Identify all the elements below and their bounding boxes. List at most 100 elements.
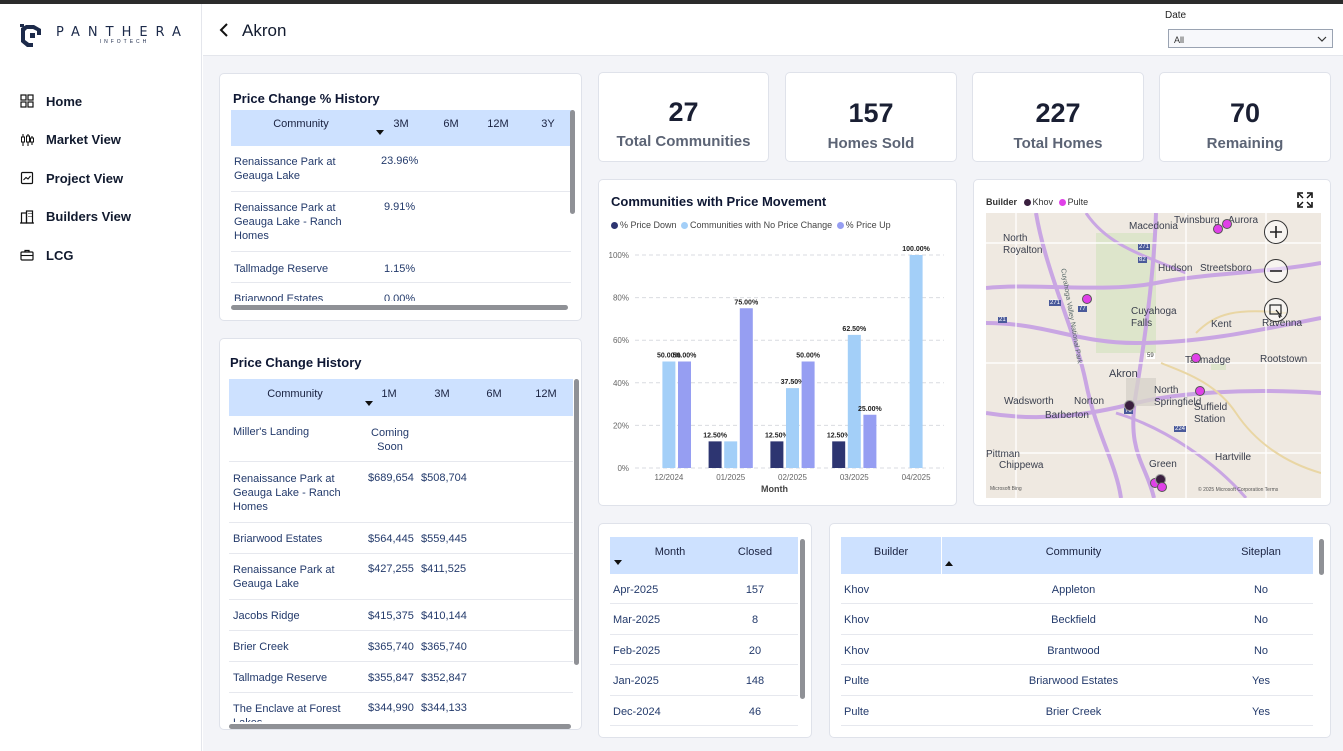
brand-logo[interactable]: PANTHERA INFOTECH [18,22,189,48]
table-header: Month Closed [610,537,798,574]
vertical-scrollbar[interactable] [574,379,579,665]
legend-item[interactable]: % Price Down [611,220,677,230]
place-label: Barberton [1045,410,1089,421]
col-header-builder[interactable]: Builder [841,546,941,558]
table-row[interactable]: Tallmadge Reserve $355,847 $352,847 [229,662,573,693]
vertical-scrollbar[interactable] [570,110,575,214]
table-row[interactable]: Jacobs Ridge $415,375 $410,144 [229,600,573,631]
table-row[interactable]: Tallmadge Reserve 1.15% [231,252,571,283]
legend-item[interactable]: Communities with No Price Change [681,220,832,230]
sidebar-item-builders-view[interactable]: Builders View [0,198,202,237]
col-header-3y[interactable]: 3Y [533,118,563,130]
road-label: 271 [1049,300,1062,306]
table-row[interactable]: The Enclave at Forest Lakes $344,990 $34… [229,693,573,722]
road-label: 59 [1146,353,1155,359]
cell-closed: 20 [748,645,762,657]
y-tick-label: 0% [617,464,629,473]
col-header-12m[interactable]: 12M [483,118,513,130]
col-header-community[interactable]: Community [991,546,1156,558]
map-area[interactable]: North Royalton Macedonia Twinsburg Auror… [986,213,1321,498]
cell-siteplan: Yes [1252,706,1270,718]
cell-community: Renaissance Park at Geauga Lake [233,564,335,590]
grid-icon [20,94,34,108]
table-row[interactable]: Pulte Brier Creek Yes [841,696,1313,726]
data-label: 100.00% [902,246,930,253]
table-row[interactable]: Khov Appleton No [841,574,1313,604]
table-row[interactable]: Feb-2025 20 [610,635,798,665]
col-header-12m[interactable]: 12M [531,388,561,400]
sidebar-item-label: Home [46,93,83,109]
horizontal-scrollbar[interactable] [229,724,571,729]
col-header-closed[interactable]: Closed [720,546,790,558]
col-header-community[interactable]: Community [229,388,361,400]
table-row[interactable]: Brier Creek $365,740 $365,740 [229,631,573,662]
table-row[interactable]: Briarwood Estates 0.00% [231,283,571,301]
horizontal-scrollbar[interactable] [231,305,568,310]
map-marker-pulte[interactable] [1222,219,1232,229]
zoom-out-button[interactable] [1264,259,1288,283]
col-header-3m[interactable]: 3M [386,118,416,130]
col-header-1m[interactable]: 1M [374,388,404,400]
table-row[interactable]: Apr-2025 157 [610,574,798,604]
cell-1m: $415,375 [368,610,414,622]
vertical-scrollbar[interactable] [1319,539,1324,575]
sidebar-item-home[interactable]: Home [0,82,202,121]
table-row[interactable]: Renaissance Park at Geauga Lake $427,255… [229,554,573,600]
sort-down-icon[interactable] [614,560,622,566]
card-title: Price Change % History [233,91,380,106]
table-row[interactable]: Renaissance Park at Geauga Lake - Ranch … [229,462,573,523]
table-row[interactable]: Miller's Landing Coming Soon [229,416,573,462]
map-select-button[interactable] [1264,298,1288,322]
sort-down-icon[interactable] [365,401,373,407]
back-arrow-icon[interactable] [217,22,231,38]
sidebar-item-label: Project View [46,170,124,186]
data-label: 12.50% [827,432,852,439]
map-marker-pulte[interactable] [1191,353,1201,363]
sort-down-icon[interactable] [376,130,384,136]
zoom-in-button[interactable] [1264,220,1288,244]
col-header-6m[interactable]: 6M [479,388,509,400]
sort-up-icon[interactable] [945,561,953,567]
table-row[interactable]: Jan-2025 148 [610,665,798,696]
page-header: Akron Date All [203,4,1343,56]
col-header-community[interactable]: Community [231,118,371,130]
map-marker-pulte[interactable] [1082,294,1092,304]
table-row[interactable]: Dec-2024 46 [610,696,798,726]
cell-1m: $355,847 [368,672,414,684]
vertical-scrollbar[interactable] [800,539,805,699]
sidebar-item-market-view[interactable]: Market View [0,121,202,160]
table-row[interactable]: Renaissance Park at Geauga Lake - Ranch … [231,192,571,252]
map-marker-pulte[interactable] [1157,482,1167,492]
place-label: Cuyahoga Falls [1131,306,1177,329]
map-marker-pulte[interactable] [1195,386,1205,396]
date-filter-select[interactable]: All [1168,29,1333,48]
col-header-6m[interactable]: 6M [436,118,466,130]
map-marker-pulte[interactable] [1213,224,1223,234]
cell-3m: 0.00% [384,293,416,301]
chart-bar [863,414,877,468]
table-row[interactable]: Mar-2025 8 [610,604,798,635]
table-header: Builder Community Siteplan [841,537,1313,574]
legend-label: % Price Down [620,220,677,230]
fullscreen-icon[interactable] [1297,192,1313,208]
col-header-month[interactable]: Month [630,546,710,558]
cell-closed: 157 [745,584,765,596]
table-row[interactable]: Pulte Briarwood Estates Yes [841,665,1313,696]
candlestick-icon [21,133,34,146]
cell-builder: Khov [844,584,870,596]
plus-icon [1270,226,1282,238]
legend-item[interactable]: % Price Up [836,220,891,230]
kpi-label: Remaining [1206,135,1284,152]
col-header-3m[interactable]: 3M [427,388,457,400]
sidebar-item-lcg[interactable]: LCG [0,236,202,275]
map-attribution[interactable]: © 2025 Microsoft Corporation Terms [1198,487,1278,493]
col-header-siteplan[interactable]: Siteplan [1216,546,1306,558]
price-change-history-card: Price Change History Community 1M 3M 6M … [219,338,582,730]
table-row[interactable]: Khov Brantwood No [841,635,1313,665]
table-row[interactable]: Khov Beckfield No [841,604,1313,635]
table-row[interactable]: Briarwood Estates $564,445 $559,445 [229,523,573,554]
cell-closed: 8 [751,614,759,626]
table-row[interactable]: Renaissance Park at Geauga Lake 23.96% [231,146,571,192]
sidebar-item-project-view[interactable]: Project View [0,159,202,198]
map-marker-khov[interactable] [1124,400,1135,411]
